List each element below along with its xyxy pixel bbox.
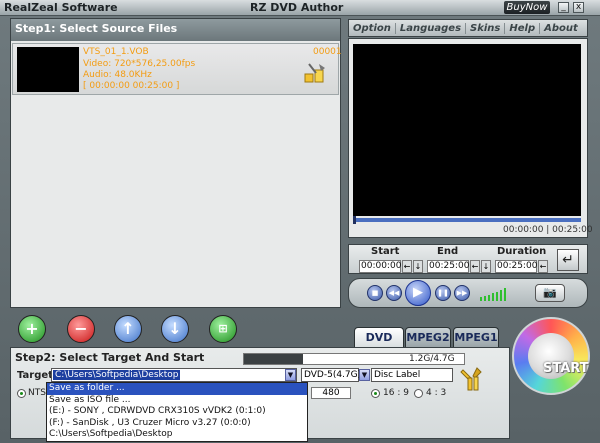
edit-tools-icon[interactable]	[303, 62, 329, 84]
target-select[interactable]: C:\Users\Softpedia\Desktop ▼	[51, 368, 297, 382]
dropdown-option[interactable]: C:\Users\Softpedia\Desktop	[47, 429, 307, 441]
settings-tools-icon[interactable]	[459, 366, 485, 392]
time-range-panel: Start End Duration 00:00:00 ← ↓ 00:25:00…	[348, 244, 588, 274]
tab-mpeg2[interactable]: MPEG2	[405, 327, 451, 347]
duration-left-arrow-icon[interactable]: ←	[538, 260, 548, 273]
move-down-button[interactable]: ↓	[161, 315, 189, 343]
disc-label-field[interactable]: Disc Label	[371, 368, 453, 382]
main-window: RealZeal Software RZ DVD Author BuyNow _…	[0, 0, 600, 443]
start-time-field[interactable]: 00:00:00	[359, 260, 401, 273]
file-audio-info: Audio: 48.0KHz	[83, 70, 152, 80]
start-left-arrow-icon[interactable]: ←	[402, 260, 412, 273]
target-dropdown-list: Save as folder ... Save as ISO file ... …	[46, 382, 308, 442]
ntsc-radio[interactable]	[17, 389, 26, 398]
target-label: Target	[17, 370, 53, 381]
start-label: Start	[371, 246, 400, 257]
duration-label: Duration	[497, 246, 547, 257]
duration-time-field[interactable]: 00:25:00	[495, 260, 537, 273]
menu-languages[interactable]: Languages	[396, 22, 467, 34]
source-file-item[interactable]: VTS_01_1.VOB 00001 Video: 720*576,25.00f…	[12, 43, 342, 95]
file-name: VTS_01_1.VOB	[83, 47, 149, 57]
menu-bar: Option Languages Skins Help About	[348, 19, 588, 37]
step1-title: Step1: Select Source Files	[11, 19, 340, 41]
end-time-field[interactable]: 00:25:00	[427, 260, 469, 273]
return-icon[interactable]: ↵	[557, 249, 579, 271]
close-button[interactable]: x	[573, 2, 584, 13]
dropdown-option[interactable]: (F:) - SanDisk , U3 Cruzer Micro v3.27 (…	[47, 418, 307, 430]
capacity-text: 1.2G/4.7G	[409, 354, 455, 364]
tab-mpeg1[interactable]: MPEG1	[453, 327, 499, 347]
preview-timecode: 00:00:00 | 00:25:00	[503, 225, 593, 235]
ntsc-label: NTS	[28, 388, 46, 398]
end-down-arrow-icon[interactable]: ↓	[481, 260, 491, 273]
preview-panel: 00:00:00 | 00:25:00	[348, 38, 593, 238]
dropdown-option[interactable]: Save as ISO file ...	[47, 395, 307, 407]
start-down-arrow-icon[interactable]: ↓	[413, 260, 423, 273]
next-frame-icon[interactable]: ▶▶	[454, 285, 470, 301]
brand-name: RealZeal Software	[4, 1, 118, 14]
capacity-fill	[244, 354, 304, 364]
playback-controls: ■ ◀◀ ▶ ❚❚ ▶▶ 📷	[348, 278, 588, 308]
play-icon[interactable]: ▶	[405, 280, 431, 306]
menu-skins[interactable]: Skins	[466, 22, 506, 34]
target-dropdown-icon[interactable]: ▼	[285, 369, 296, 381]
app-title: RZ DVD Author	[250, 1, 344, 14]
title-bar[interactable]: RealZeal Software RZ DVD Author BuyNow _…	[0, 0, 600, 16]
aspect-16-9-label: 16 : 9	[383, 388, 409, 398]
video-preview	[353, 44, 581, 216]
add-file-button[interactable]: +	[18, 315, 46, 343]
disc-type-select[interactable]: DVD-5(4.7G)	[301, 368, 361, 382]
width-field[interactable]: 480	[311, 387, 351, 399]
stop-icon[interactable]: ■	[367, 285, 383, 301]
aspect-4-3-radio[interactable]	[414, 389, 423, 398]
camera-icon[interactable]: 📷	[535, 284, 565, 302]
minimize-button[interactable]: _	[558, 2, 569, 13]
start-button[interactable]: START	[512, 317, 590, 395]
volume-meter-icon[interactable]	[480, 287, 508, 301]
tab-dvd[interactable]: DVD	[354, 327, 404, 347]
file-thumbnail	[17, 47, 79, 92]
start-button-core: START	[528, 333, 589, 379]
menu-about[interactable]: About	[540, 23, 582, 34]
end-label: End	[437, 246, 459, 257]
end-left-arrow-icon[interactable]: ←	[470, 260, 480, 273]
source-files-panel: Step1: Select Source Files VTS_01_1.VOB …	[10, 18, 342, 308]
target-value: C:\Users\Softpedia\Desktop	[53, 370, 181, 380]
menu-option[interactable]: Option	[349, 22, 396, 34]
dropdown-option[interactable]: Save as folder ...	[47, 383, 307, 395]
aspect-16-9-radio[interactable]	[371, 389, 380, 398]
pause-icon[interactable]: ❚❚	[435, 285, 451, 301]
menu-help[interactable]: Help	[505, 22, 541, 34]
file-duration: [ 00:00:00 00:25:00 ]	[83, 81, 180, 91]
disc-type-dropdown-icon[interactable]: ▼	[359, 369, 370, 381]
start-label: START	[543, 361, 589, 376]
seek-bar[interactable]	[353, 218, 581, 222]
aspect-4-3-label: 4 : 3	[426, 388, 447, 398]
buynow-button[interactable]: BuyNow	[504, 1, 550, 14]
seek-handle[interactable]	[353, 216, 356, 224]
remove-file-button[interactable]: −	[67, 315, 95, 343]
dropdown-option[interactable]: (E:) - SONY , CDRWDVD CRX310S vVDK2 (0:1…	[47, 406, 307, 418]
prev-frame-icon[interactable]: ◀◀	[386, 285, 402, 301]
file-video-info: Video: 720*576,25.00fps	[83, 59, 196, 69]
file-index: 00001	[313, 47, 342, 57]
move-up-button[interactable]: ↑	[114, 315, 142, 343]
step2-title: Step2: Select Target And Start	[15, 351, 205, 364]
menu-tree-button[interactable]: ⊞	[209, 315, 237, 343]
